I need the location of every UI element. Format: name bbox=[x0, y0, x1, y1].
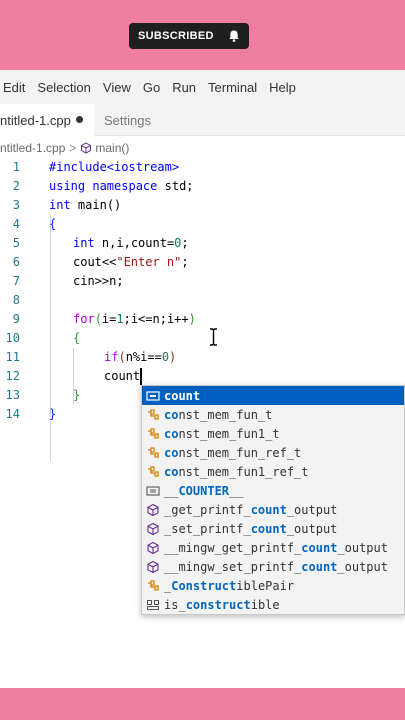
code-line: 11 if(n%i==0) bbox=[5, 350, 177, 364]
tab-label: ntitled-1.cpp bbox=[0, 112, 71, 128]
suggestion-item[interactable]: co nst_mem_fun_t bbox=[142, 405, 404, 424]
class-template-icon bbox=[148, 427, 159, 439]
suggestion-item[interactable]: _ Construct iblePair bbox=[142, 576, 404, 595]
suggestion-item[interactable]: count bbox=[142, 386, 404, 405]
constant-icon bbox=[146, 485, 160, 496]
breadcrumb-file[interactable]: ntitled-1.cpp bbox=[0, 141, 65, 155]
suggestion-item[interactable]: __ COUNTER __ bbox=[142, 481, 404, 500]
code-line: 7 cin>>n; bbox=[12, 274, 124, 288]
menu-terminal[interactable]: Terminal bbox=[202, 80, 263, 95]
variable-icon bbox=[146, 390, 160, 401]
suggestion-item[interactable]: co nst_mem_fun1_ref_t bbox=[142, 462, 404, 481]
code-line: 10 { bbox=[5, 331, 81, 345]
function-icon bbox=[147, 560, 159, 573]
suggestion-item[interactable]: __mingw_set_printf_ count _output bbox=[142, 557, 404, 576]
code-line: 8 bbox=[12, 293, 20, 307]
class-template-icon bbox=[148, 579, 159, 591]
code-line: 2 using namespace std; bbox=[12, 179, 194, 193]
breadcrumb-symbol[interactable]: main() bbox=[95, 141, 129, 155]
tab-settings[interactable]: Settings bbox=[94, 104, 164, 136]
menu-run[interactable]: Run bbox=[166, 80, 202, 95]
class-template-icon bbox=[148, 408, 159, 420]
code-line: 6 cout<<"Enter n"; bbox=[12, 255, 189, 269]
menu-edit[interactable]: Edit bbox=[0, 80, 31, 95]
breadcrumb: ntitled-1.cpp > main() bbox=[0, 138, 405, 158]
tab-label: Settings bbox=[104, 112, 151, 128]
class-template-icon bbox=[148, 446, 159, 458]
class-template-icon bbox=[148, 465, 159, 477]
code-line: 3 int main() bbox=[12, 198, 122, 212]
struct-icon bbox=[147, 599, 159, 610]
tab-bar: ntitled-1.cpp Settings bbox=[0, 104, 405, 136]
menu-view[interactable]: View bbox=[97, 80, 137, 95]
function-icon bbox=[147, 503, 159, 516]
menu-selection[interactable]: Selection bbox=[31, 80, 96, 95]
code-line: 12 count bbox=[5, 369, 141, 383]
subscribed-label: SUBSCRIBED bbox=[138, 30, 214, 42]
code-line: 1 #include<iostream> bbox=[12, 160, 180, 174]
modified-dot-icon[interactable] bbox=[76, 116, 83, 123]
bottom-color-band bbox=[0, 688, 405, 720]
menu-go[interactable]: Go bbox=[137, 80, 166, 95]
menu-bar: Edit Selection View Go Run Terminal Help bbox=[0, 70, 405, 104]
suggestion-item[interactable]: co nst_mem_fun1_t bbox=[142, 424, 404, 443]
suggestion-item[interactable]: co nst_mem_fun_ref_t bbox=[142, 443, 404, 462]
breadcrumb-separator: > bbox=[69, 141, 77, 155]
code-line: 4 { bbox=[12, 217, 57, 231]
suggest-widget[interactable]: count co nst_mem_fun_t co nst_mem_fun1_t c… bbox=[141, 385, 405, 615]
suggestion-item[interactable]: _get_printf_ count _output bbox=[142, 500, 404, 519]
text-cursor bbox=[140, 368, 142, 385]
suggestion-item[interactable]: _set_printf_ count _output bbox=[142, 519, 404, 538]
bell-icon bbox=[229, 30, 239, 42]
tab-untitled-cpp[interactable]: ntitled-1.cpp bbox=[0, 104, 94, 136]
function-icon bbox=[147, 522, 159, 535]
menu-help[interactable]: Help bbox=[263, 80, 302, 95]
subscribed-badge[interactable]: SUBSCRIBED bbox=[129, 23, 249, 49]
ibeam-cursor-icon bbox=[210, 328, 217, 346]
code-line: 5 int n,i,count=0; bbox=[12, 236, 189, 250]
code-line: 9 for(i=1;i<=n;i++) bbox=[12, 312, 196, 326]
method-cube-icon bbox=[81, 142, 92, 154]
suggestion-item[interactable]: __mingw_get_printf_ count _output bbox=[142, 538, 404, 557]
suggestion-item[interactable]: is_ construct ible bbox=[142, 595, 404, 614]
function-icon bbox=[147, 541, 159, 554]
